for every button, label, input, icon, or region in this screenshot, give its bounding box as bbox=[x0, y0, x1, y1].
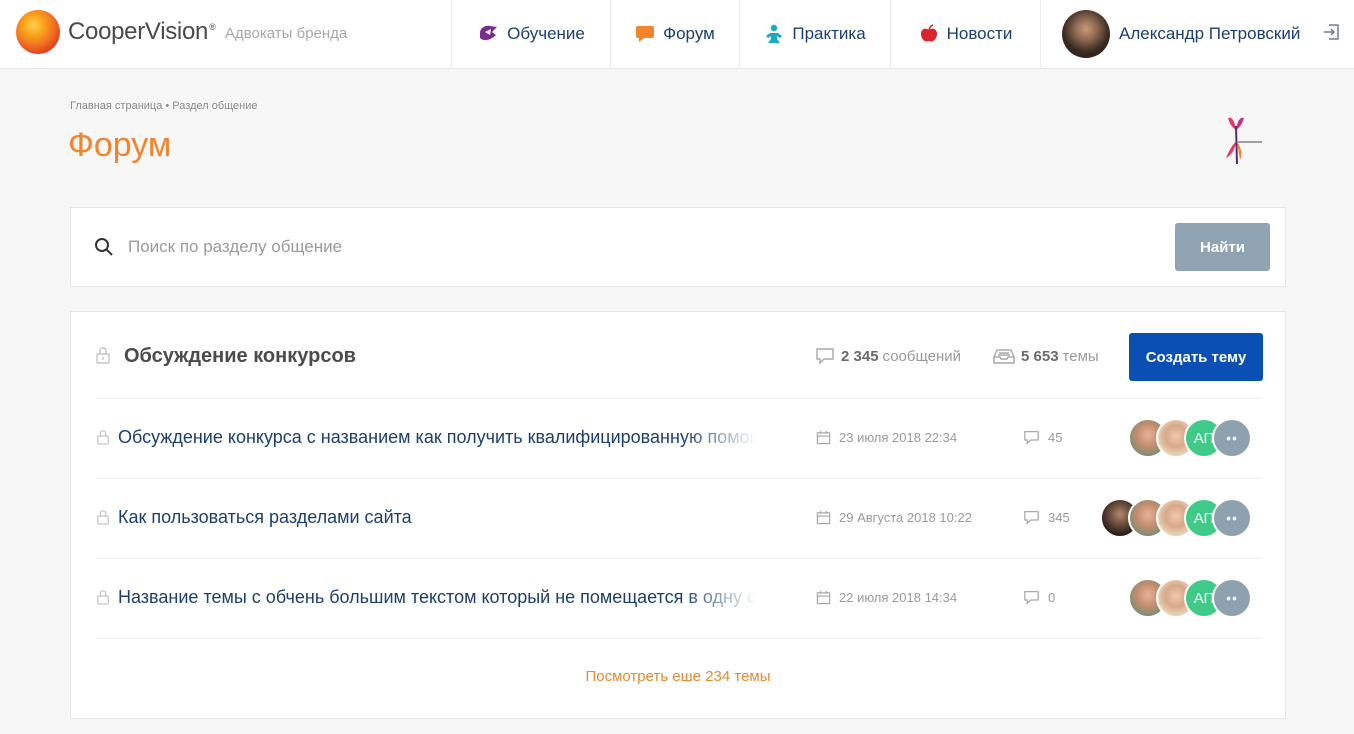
logout-button[interactable] bbox=[1310, 0, 1354, 68]
messages-stat: 2 345 сообщений bbox=[815, 347, 961, 365]
topic-date: 23 июля 2018 22:34 bbox=[816, 430, 957, 445]
row-divider bbox=[96, 638, 1262, 639]
comment-icon bbox=[1023, 510, 1040, 525]
participants[interactable]: АП •• bbox=[1100, 498, 1252, 538]
user-name: Александр Петровский bbox=[1119, 24, 1301, 43]
logo-mark bbox=[16, 10, 60, 54]
topic-title[interactable]: Обсуждение конкурса с названием как полу… bbox=[118, 427, 758, 448]
user-avatar bbox=[1062, 10, 1110, 58]
calendar-icon bbox=[816, 510, 831, 525]
brand-subtitle: Адвокаты бренда bbox=[225, 25, 348, 42]
section-header: Обсуждение конкурсов 2 345 сообщений 5 6… bbox=[71, 312, 1285, 399]
brand-logo[interactable]: CooperVision® bbox=[16, 10, 216, 54]
trademark-sign: ® bbox=[209, 22, 216, 32]
topics-stat: 5 653 темы bbox=[993, 347, 1099, 365]
calendar-icon bbox=[816, 430, 831, 445]
more-participants-icon: •• bbox=[1212, 578, 1252, 618]
breadcrumb[interactable]: Главная страница • Раздел общение bbox=[70, 100, 258, 112]
more-participants-icon: •• bbox=[1212, 418, 1252, 458]
show-more-topics-link[interactable]: Посмотреть еше 234 темы bbox=[71, 668, 1285, 685]
top-bar: CooperVision® Адвокаты бренда Обучение Ф… bbox=[0, 0, 1354, 69]
topic-replies-count: 0 bbox=[1048, 590, 1056, 605]
more-participants-icon: •• bbox=[1212, 498, 1252, 538]
lock-icon bbox=[95, 346, 111, 369]
graduation-icon bbox=[477, 24, 499, 44]
topic-replies: 45 bbox=[1023, 430, 1062, 445]
forum-section-card: Обсуждение конкурсов 2 345 сообщений 5 6… bbox=[70, 311, 1286, 719]
lock-icon bbox=[96, 429, 110, 450]
nav-news-label: Новости bbox=[946, 24, 1013, 43]
user-menu[interactable]: Александр Петровский bbox=[1040, 0, 1310, 68]
create-topic-button[interactable]: Создать тему bbox=[1129, 333, 1263, 381]
page-title: Форум bbox=[68, 126, 172, 164]
brand-name: CooperVision® bbox=[68, 18, 216, 46]
person-icon bbox=[764, 24, 784, 44]
topic-replies: 0 bbox=[1023, 590, 1055, 605]
topic-row[interactable]: Как пользоваться разделами сайта 29 Авгу… bbox=[96, 478, 1262, 558]
inbox-icon bbox=[993, 347, 1015, 365]
nav-forum[interactable]: Форум bbox=[610, 0, 739, 68]
nav-learning-label: Обучение bbox=[507, 24, 585, 43]
brand-name-text: CooperVision bbox=[68, 18, 209, 45]
topics-label: темы bbox=[1062, 347, 1099, 365]
topics-count: 5 653 bbox=[1021, 347, 1059, 365]
topic-title[interactable]: Как пользоваться разделами сайта bbox=[118, 507, 758, 528]
comment-icon bbox=[1023, 590, 1040, 605]
topic-row[interactable]: Обсуждение конкурса с названием как полу… bbox=[96, 398, 1262, 478]
section-title: Обсуждение конкурсов bbox=[124, 345, 356, 367]
lock-icon bbox=[96, 589, 110, 610]
comment-icon bbox=[1023, 430, 1040, 445]
search-icon bbox=[94, 237, 114, 262]
participants[interactable]: АП •• bbox=[1128, 578, 1252, 618]
calendar-icon bbox=[816, 590, 831, 605]
logout-icon bbox=[1323, 23, 1341, 46]
topic-date-text: 22 июля 2018 14:34 bbox=[839, 590, 958, 605]
dragonfly-icon bbox=[1210, 112, 1266, 177]
participants[interactable]: АП •• bbox=[1128, 418, 1252, 458]
nav-practice[interactable]: Практика bbox=[739, 0, 890, 68]
topic-title[interactable]: Название темы с обчень большим текстом к… bbox=[118, 587, 758, 608]
search-bar: Найти bbox=[70, 207, 1286, 287]
comment-icon bbox=[815, 347, 835, 365]
nav-forum-label: Форум bbox=[663, 24, 715, 43]
topic-date-text: 23 июля 2018 22:34 bbox=[839, 430, 958, 445]
nav-learning[interactable]: Обучение bbox=[451, 0, 610, 68]
topic-row[interactable]: Название темы с обчень большим текстом к… bbox=[96, 558, 1262, 638]
chat-bubble-icon bbox=[635, 24, 655, 44]
topic-replies-count: 45 bbox=[1048, 430, 1063, 445]
messages-count: 2 345 bbox=[841, 347, 879, 365]
topic-replies: 345 bbox=[1023, 510, 1070, 525]
messages-label: сообщений bbox=[882, 347, 962, 365]
topic-replies-count: 345 bbox=[1048, 510, 1070, 525]
search-input[interactable] bbox=[128, 232, 1028, 262]
apple-icon bbox=[919, 24, 939, 44]
lock-icon bbox=[96, 509, 110, 530]
nav-practice-label: Практика bbox=[792, 24, 866, 43]
search-button[interactable]: Найти bbox=[1175, 223, 1270, 271]
topic-date-text: 29 Августа 2018 10:22 bbox=[839, 510, 972, 525]
topic-date: 29 Августа 2018 10:22 bbox=[816, 510, 972, 525]
topic-date: 22 июля 2018 14:34 bbox=[816, 590, 957, 605]
nav-news[interactable]: Новости bbox=[890, 0, 1040, 68]
